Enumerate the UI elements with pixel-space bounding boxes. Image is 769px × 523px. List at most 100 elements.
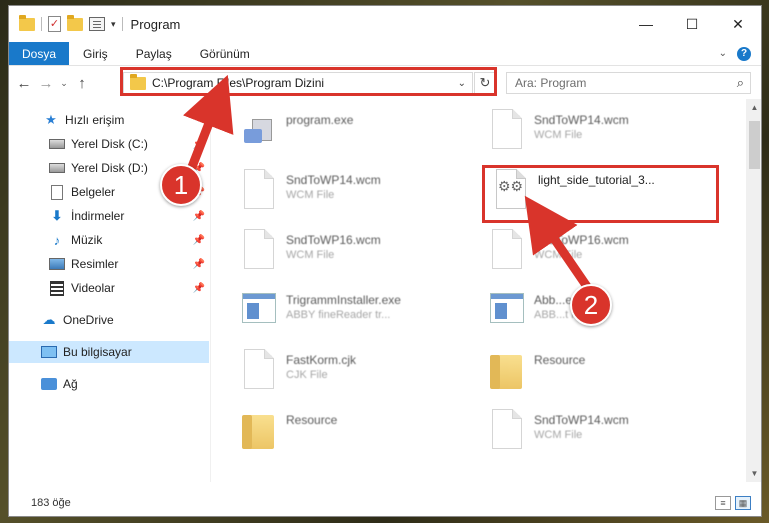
window-title: Program (130, 16, 181, 32)
navigation-pane: ★ Hızlı erişim Yerel Disk (C:) 📌 Yerel D… (9, 99, 211, 482)
scrollbar-thumb[interactable] (749, 121, 760, 169)
sidebar-item-videos[interactable]: Videolar 📌 (9, 277, 209, 299)
file-name: SndToWP14.wcm (286, 173, 381, 187)
step-1-badge: 1 (160, 164, 202, 206)
tab-paylas[interactable]: Paylaş (122, 42, 186, 65)
file-type: WCM File (534, 129, 583, 141)
file-item[interactable]: TrigrammInstaller.exe ABBY fineReader tr.… (238, 287, 478, 337)
downloads-icon: ⬇ (51, 208, 63, 223)
status-bar: 183 öğe ≡ ▦ (9, 490, 761, 516)
title-bar: ✓ ▾ Program — ☐ ✕ (9, 6, 761, 42)
toolbar-divider (121, 17, 123, 31)
scroll-down-icon[interactable]: ▼ (746, 465, 761, 482)
music-icon: ♪ (53, 232, 61, 248)
tab-gorunum[interactable]: Görünüm (186, 42, 264, 65)
view-buttons: ≡ ▦ (715, 496, 761, 510)
document-icon (238, 167, 278, 215)
sidebar-item-label: Videolar (71, 281, 115, 295)
chevron-down-icon[interactable]: ▾ (111, 19, 116, 30)
sidebar-item-local-disk-c[interactable]: Yerel Disk (C:) 📌 (9, 133, 209, 155)
pin-icon: 📌 (192, 282, 205, 294)
file-type: CJK File (286, 369, 328, 381)
pin-icon: 📌 (192, 258, 205, 270)
sidebar-item-music[interactable]: ♪ Müzik 📌 (9, 229, 209, 251)
file-name: TrigrammInstaller.exe (286, 293, 401, 307)
file-name: program.exe (286, 113, 354, 127)
quick-access-toolbar: ✓ ▾ (9, 14, 123, 32)
file-name: Resource (286, 413, 338, 427)
ribbon-right-controls: ⌄ ? (719, 42, 761, 65)
sidebar-item-label: Yerel Disk (C:) (71, 137, 148, 151)
document-icon (486, 107, 526, 155)
file-item[interactable]: SndToWP16.wcm WCM File (486, 227, 726, 277)
file-item[interactable]: SndToWP14.wcm WCM File (486, 107, 726, 157)
sidebar-item-downloads[interactable]: ⬇ İndirmeler 📌 (9, 205, 209, 227)
help-icon[interactable]: ? (737, 46, 751, 61)
details-view-icon[interactable]: ≡ (715, 496, 731, 510)
maximize-button[interactable]: ☐ (669, 6, 715, 42)
pin-icon: 📌 (192, 138, 205, 150)
tab-giris[interactable]: Giriş (69, 42, 122, 65)
file-item[interactable]: SndToWP14.wcm WCM File (486, 407, 726, 457)
network-icon (41, 376, 57, 392)
sidebar-item-quick-access[interactable]: ★ Hızlı erişim (9, 109, 209, 131)
pin-icon: 📌 (192, 210, 205, 222)
file-item[interactable]: program.exe (238, 107, 478, 157)
toolbar-divider (41, 17, 42, 31)
window-controls: — ☐ ✕ (623, 6, 761, 42)
sidebar-item-onedrive[interactable]: ☁ OneDrive (9, 309, 209, 331)
vertical-scrollbar[interactable]: ▲ ▼ (746, 99, 761, 482)
scroll-up-icon[interactable]: ▲ (746, 99, 761, 116)
file-highlight-box (482, 165, 719, 223)
close-button[interactable]: ✕ (715, 6, 761, 42)
expand-ribbon-icon[interactable]: ⌄ (719, 48, 727, 59)
search-placeholder: Ara: Program (515, 76, 587, 90)
application-icon (238, 287, 278, 335)
documents-icon (49, 184, 65, 200)
forward-arrow-icon[interactable]: → (35, 75, 57, 92)
file-type: WCM File (286, 189, 335, 201)
folder-item[interactable]: Resource (486, 347, 726, 397)
computer-icon (41, 344, 57, 360)
large-icons-view-icon[interactable]: ▦ (735, 496, 751, 510)
minimize-button[interactable]: — (623, 6, 669, 42)
sidebar-item-label: Ağ (63, 377, 78, 391)
search-input[interactable]: Ara: Program ⌕ (506, 72, 751, 94)
up-arrow-icon[interactable]: ↑ (71, 75, 93, 92)
address-bar-highlight-box (120, 67, 497, 96)
sidebar-item-label: Yerel Disk (D:) (71, 161, 148, 175)
sidebar-item-pictures[interactable]: Resimler 📌 (9, 253, 209, 275)
file-name: SndToWP16.wcm (534, 233, 629, 247)
document-icon (486, 407, 526, 455)
file-name: SndToWP16.wcm (286, 233, 381, 247)
sidebar-item-network[interactable]: Ağ (9, 373, 209, 395)
sidebar-item-label: İndirmeler (71, 209, 125, 223)
back-arrow-icon[interactable]: ← (13, 75, 35, 92)
folder-icon (238, 407, 278, 455)
file-item[interactable]: SndToWP14.wcm WCM File (238, 167, 478, 217)
cloud-icon: ☁ (42, 312, 56, 327)
file-item[interactable]: FastKorm.cjk CJK File (238, 347, 478, 397)
file-type: ABBY fineReader tr... (286, 309, 391, 321)
sidebar-item-label: Resimler (71, 257, 119, 271)
properties-icon[interactable] (89, 17, 105, 31)
file-name: SndToWP14.wcm (534, 413, 629, 427)
document-icon (486, 227, 526, 275)
application-icon (486, 287, 526, 335)
pictures-icon (49, 256, 65, 272)
document-icon (238, 347, 278, 395)
file-type: WCM File (286, 249, 335, 261)
sidebar-item-label: Bu bilgisayar (63, 345, 132, 359)
setup-file-icon (238, 107, 278, 155)
sidebar-item-this-pc[interactable]: Bu bilgisayar (9, 341, 209, 363)
properties-check-icon[interactable]: ✓ (48, 16, 61, 32)
videos-icon (49, 280, 65, 296)
file-item[interactable]: SndToWP16.wcm WCM File (238, 227, 478, 277)
folder-item[interactable]: Resource (238, 407, 478, 457)
recent-locations-icon[interactable]: ⌄ (57, 78, 71, 89)
folder-icon (19, 14, 35, 31)
new-folder-icon[interactable] (67, 14, 83, 31)
tab-dosya[interactable]: Dosya (9, 42, 70, 65)
file-type: WCM File (534, 429, 583, 441)
file-name: Resource (534, 353, 586, 367)
